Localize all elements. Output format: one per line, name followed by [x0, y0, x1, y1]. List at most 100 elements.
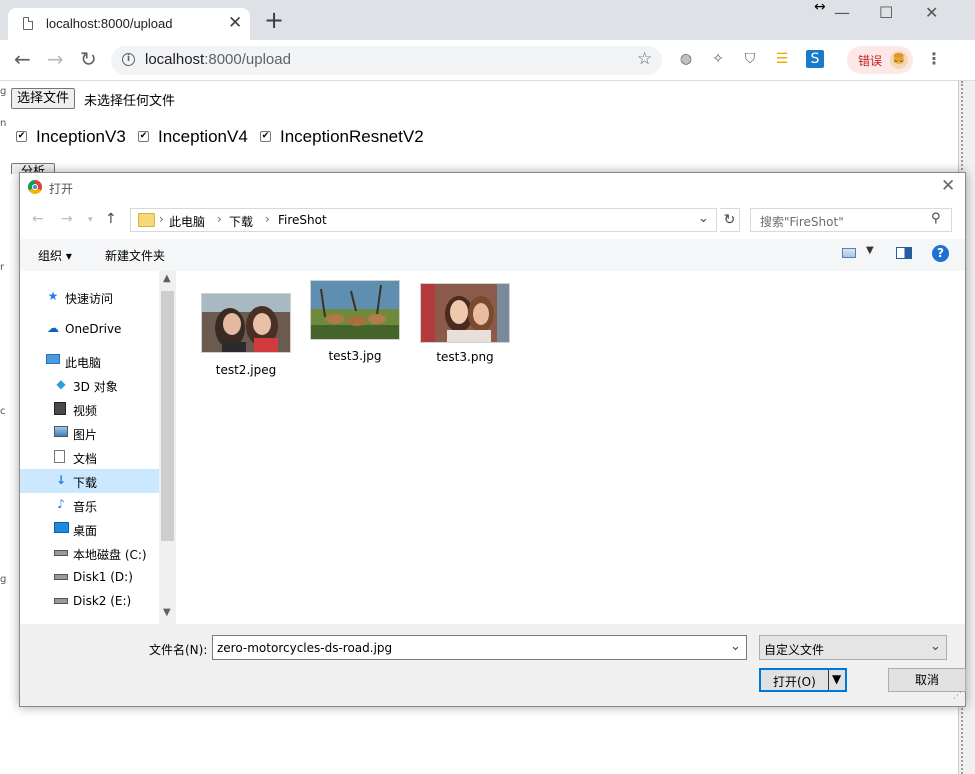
site-info-icon[interactable]: i	[122, 53, 135, 66]
sidebar-item-quick-access[interactable]: ★ 快速访问	[20, 285, 159, 309]
search-icon: ⚲	[931, 211, 941, 226]
browser-toolbar: ← → ↻ i localhost:8000/upload ☆ ◍ ✧ ⛉ ☰ …	[0, 40, 975, 81]
extension-globe-icon[interactable]: ◍	[677, 50, 695, 68]
scroll-up-icon[interactable]: ▲	[163, 273, 171, 284]
reload-button[interactable]: ↻	[80, 46, 97, 72]
breadcrumb-this-pc[interactable]: 此电脑	[169, 213, 205, 230]
sidebar-item-label: Disk2 (E:)	[73, 594, 132, 608]
preview-pane-icon[interactable]	[896, 247, 912, 259]
tab-close-icon[interactable]: ✕	[228, 13, 242, 33]
inceptionv4-checkbox[interactable]: ✔	[138, 131, 149, 142]
tab-strip: localhost:8000/upload ✕ + ↔ — ☐ ✕	[0, 0, 975, 40]
cancel-button[interactable]: 取消	[888, 668, 966, 692]
resize-grip-icon[interactable]: ⋰	[953, 691, 962, 701]
forward-icon[interactable]: →	[61, 211, 73, 227]
document-icon	[54, 450, 68, 463]
open-dropdown-icon[interactable]: ▼	[832, 672, 841, 686]
filename-label: 文件名(N):	[149, 643, 208, 657]
dialog-close-icon[interactable]: ✕	[941, 176, 955, 196]
refresh-icon[interactable]: ↻	[720, 208, 740, 232]
file-item[interactable]: test2.jpeg	[201, 293, 301, 383]
sidebar-item-label: 文档	[73, 452, 98, 466]
file-name: test2.jpeg	[215, 363, 277, 377]
desktop-icon	[54, 522, 69, 535]
new-folder-button[interactable]: 新建文件夹	[105, 247, 165, 264]
filename-input[interactable]: zero-motorcycles-ds-road.jpg ⌄	[212, 635, 747, 660]
extension-bars-icon[interactable]: ☰	[773, 50, 791, 68]
url-text: localhost:8000/upload	[145, 51, 291, 68]
address-bar[interactable]: i localhost:8000/upload ☆	[111, 46, 662, 75]
sidebar-item-label: 下载	[73, 476, 98, 490]
profile-error-button[interactable]: 错误 🍔	[847, 46, 913, 74]
extension-puzzle-icon[interactable]: ✧	[709, 50, 727, 68]
bookmark-star-icon[interactable]: ☆	[637, 49, 652, 69]
file-thumbnail	[310, 280, 400, 340]
edge-fragment: r	[0, 262, 5, 273]
chevron-right-icon: ›	[217, 212, 222, 226]
navigation-scrollbar[interactable]: ▲ ▼	[159, 271, 176, 624]
file-item[interactable]: test3.png	[420, 283, 520, 373]
choose-file-button[interactable]: 选择文件	[11, 88, 76, 109]
split-divider	[828, 670, 829, 690]
sidebar-item-downloads[interactable]: ↓ 下载	[20, 469, 159, 493]
menu-dots-icon[interactable]: ⋮	[926, 50, 942, 68]
extension-fireshot-icon[interactable]: S	[806, 50, 824, 68]
inceptionresnetv2-checkbox[interactable]: ✔	[260, 131, 271, 142]
command-bar: 组织 ▾ 新建文件夹 ▼ ?	[20, 239, 965, 271]
open-label: 打开(O)	[773, 675, 816, 689]
sidebar-item-label: 此电脑	[65, 356, 102, 370]
browser-tab[interactable]: localhost:8000/upload ✕	[8, 8, 250, 40]
sidebar-item-label: 图片	[73, 428, 98, 442]
maximize-button[interactable]: ☐	[879, 2, 893, 24]
breadcrumb-fireshot[interactable]: FireShot	[278, 213, 327, 227]
scroll-down-icon[interactable]: ▼	[163, 607, 171, 618]
breadcrumb-downloads[interactable]: 下载	[229, 213, 253, 230]
filetype-select[interactable]: 自定义文件 ⌄	[759, 635, 947, 660]
sidebar-item-3d-objects[interactable]: ◆ 3D 对象	[20, 373, 159, 397]
organize-button[interactable]: 组织 ▾	[38, 247, 72, 264]
search-input[interactable]: 搜索"FireShot" ⚲	[750, 208, 952, 232]
inceptionv3-checkbox[interactable]: ✔	[16, 131, 27, 142]
open-button[interactable]: 打开(O) ▼	[759, 668, 847, 692]
sidebar-item-onedrive[interactable]: ☁ OneDrive	[20, 317, 159, 341]
minimize-button[interactable]: —	[834, 2, 850, 24]
recent-dropdown-icon[interactable]: ▾	[88, 215, 93, 225]
sidebar-item-disk2-e[interactable]: Disk2 (E:)	[20, 589, 159, 613]
sidebar-item-pictures[interactable]: 图片	[20, 421, 159, 445]
edge-fragment: g	[0, 86, 7, 97]
scroll-thumb[interactable]	[161, 291, 174, 541]
chrome-icon	[28, 180, 42, 194]
filetype-value: 自定义文件	[764, 643, 825, 657]
chevron-down-icon[interactable]: ⌄	[698, 211, 709, 226]
extension-shield-icon[interactable]: ⛉	[741, 50, 759, 68]
sidebar-item-music[interactable]: ♪ 音乐	[20, 493, 159, 517]
sidebar-item-label: 快速访问	[65, 292, 114, 306]
close-window-button[interactable]: ✕	[925, 2, 938, 24]
sidebar-item-label: 视频	[73, 404, 98, 418]
sidebar-item-local-disk-c[interactable]: 本地磁盘 (C:)	[20, 541, 159, 565]
sidebar-item-disk1-d[interactable]: Disk1 (D:)	[20, 565, 159, 589]
sidebar-item-desktop[interactable]: 桌面	[20, 517, 159, 541]
tab-title: localhost:8000/upload	[46, 16, 173, 31]
view-icon[interactable]	[842, 248, 856, 258]
forward-button[interactable]: →	[47, 46, 64, 72]
inceptionv3-label: InceptionV3	[36, 127, 126, 146]
sidebar-item-documents[interactable]: 文档	[20, 445, 159, 469]
view-dropdown-icon[interactable]: ▼	[866, 245, 874, 256]
back-button[interactable]: ←	[14, 46, 31, 72]
chevron-down-icon[interactable]: ⌄	[730, 639, 741, 654]
sidebar-item-label: 桌面	[73, 524, 98, 538]
sidebar-item-label: 本地磁盘 (C:)	[73, 548, 147, 562]
new-tab-button[interactable]: +	[264, 8, 284, 32]
file-name: test3.png	[436, 350, 494, 364]
file-item[interactable]: test3.jpg	[310, 280, 410, 370]
file-thumbnail	[201, 293, 291, 353]
path-bar[interactable]: › 此电脑 › 下载 › FireShot ⌄	[130, 208, 717, 232]
edge-fragment: g	[0, 574, 7, 585]
up-icon[interactable]: ↑	[105, 211, 117, 227]
back-icon[interactable]: ←	[32, 211, 44, 227]
sidebar-item-videos[interactable]: 视频	[20, 397, 159, 421]
search-placeholder: 搜索"FireShot"	[760, 215, 844, 229]
help-icon[interactable]: ?	[932, 245, 949, 262]
sidebar-item-this-pc[interactable]: 此电脑	[20, 349, 159, 373]
